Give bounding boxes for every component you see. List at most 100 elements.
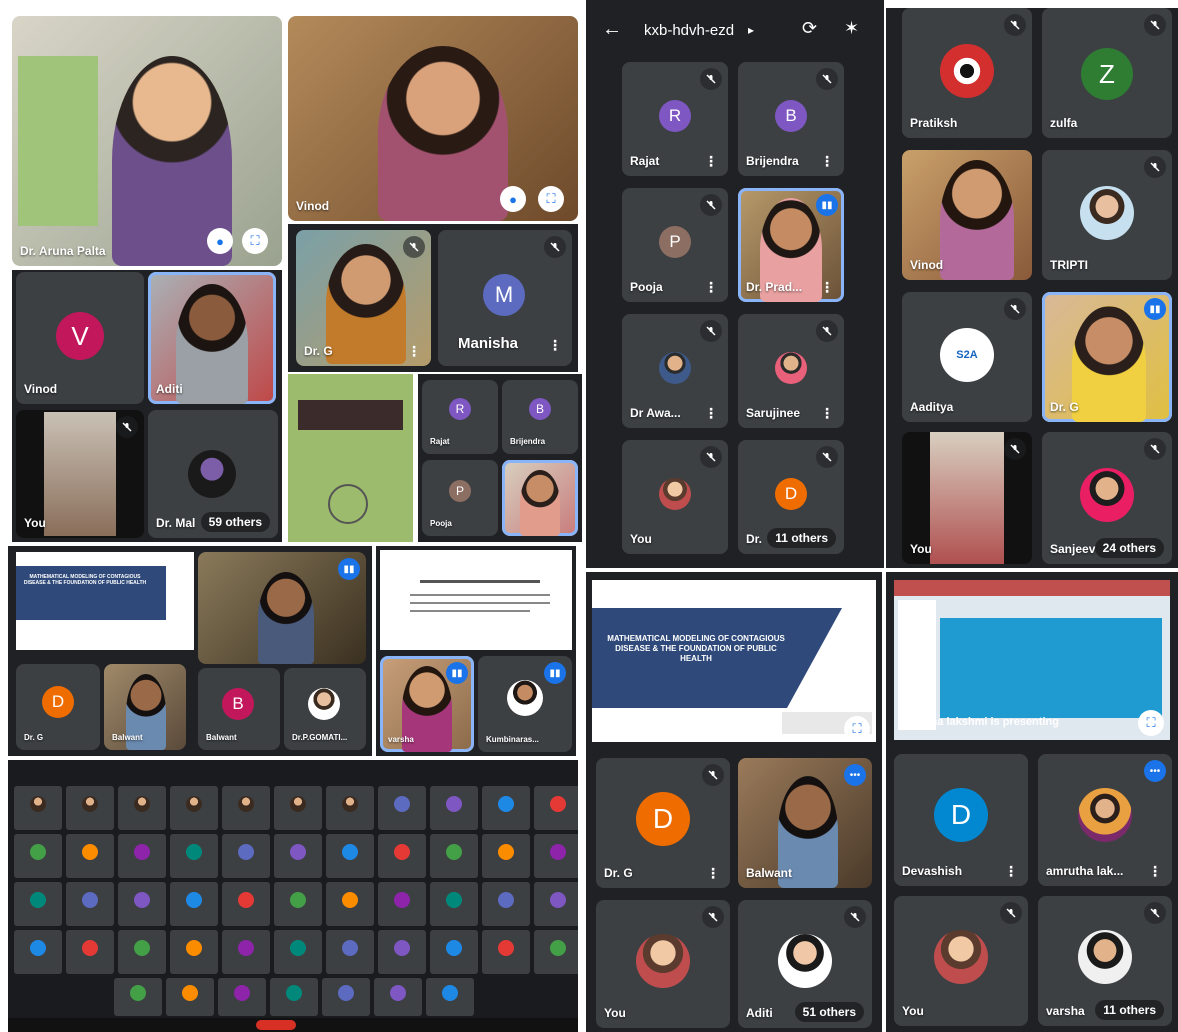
- more-options-icon[interactable]: ⋮: [820, 406, 834, 420]
- fullscreen-icon[interactable]: ⛶: [538, 186, 564, 212]
- others-count[interactable]: 11 others: [767, 528, 836, 548]
- gallery-tile[interactable]: [66, 930, 114, 974]
- gallery-tile[interactable]: [170, 786, 218, 830]
- participant-tile[interactable]: S2A Aaditya: [902, 292, 1032, 422]
- fullscreen-icon[interactable]: ⛶: [844, 716, 870, 742]
- gallery-tile[interactable]: [322, 978, 370, 1016]
- gallery-tile[interactable]: [170, 930, 218, 974]
- gallery-tile[interactable]: [430, 930, 478, 974]
- participant-tile[interactable]: ▮▮ Dr. G: [1042, 292, 1172, 422]
- gallery-tile[interactable]: [14, 930, 62, 974]
- more-options-icon[interactable]: ⋮: [548, 338, 562, 352]
- participant-tile[interactable]: B Balwant: [198, 668, 280, 750]
- participant-tile[interactable]: B Brijendra ⋮: [738, 62, 844, 176]
- participant-tile[interactable]: Aditi: [148, 272, 276, 404]
- gallery-tile[interactable]: [222, 882, 270, 926]
- gallery-tile[interactable]: [14, 834, 62, 878]
- gallery-tile[interactable]: [118, 882, 166, 926]
- switch-camera-icon[interactable]: ⟳: [802, 18, 817, 39]
- more-options-icon[interactable]: ⋮: [1148, 864, 1162, 878]
- participant-tile[interactable]: ▮▮: [198, 552, 366, 664]
- mic-icon[interactable]: ●: [500, 186, 526, 212]
- participant-tile[interactable]: You: [894, 896, 1028, 1026]
- participant-tile[interactable]: You: [596, 900, 730, 1028]
- participant-tile[interactable]: Z zulfa: [1042, 8, 1172, 138]
- gallery-tile[interactable]: [426, 978, 474, 1016]
- gallery-tile[interactable]: [534, 930, 578, 974]
- gallery-tile[interactable]: [430, 786, 478, 830]
- gallery-tile[interactable]: [430, 882, 478, 926]
- gallery-tile[interactable]: [274, 882, 322, 926]
- participant-tile[interactable]: Aditi 51 others: [738, 900, 872, 1028]
- participant-tile[interactable]: Vinod: [902, 150, 1032, 280]
- participant-tile[interactable]: V Vinod: [16, 272, 144, 404]
- participant-tile[interactable]: Dr. G ⋮: [296, 230, 431, 366]
- gallery-tile[interactable]: [378, 882, 426, 926]
- gallery-tile[interactable]: [326, 882, 374, 926]
- gallery-tile[interactable]: [66, 786, 114, 830]
- gallery-tile[interactable]: [378, 786, 426, 830]
- participant-tile[interactable]: Dr.P.GOMATI...: [284, 668, 366, 750]
- meeting-code[interactable]: kxb-hdvh-ezd: [644, 22, 734, 39]
- gallery-tile[interactable]: [270, 978, 318, 1016]
- participant-tile[interactable]: P Pooja ⋮: [622, 188, 728, 302]
- gallery-tile[interactable]: [534, 834, 578, 878]
- gallery-tile[interactable]: [482, 930, 530, 974]
- gallery-tile[interactable]: [170, 834, 218, 878]
- participant-tile[interactable]: B Brijendra: [502, 380, 578, 454]
- others-count[interactable]: 11 others: [1095, 1000, 1164, 1020]
- more-options-icon[interactable]: ⋮: [820, 280, 834, 294]
- participant-tile[interactable]: D Dr. G: [16, 664, 100, 750]
- dropdown-caret-icon[interactable]: ▸: [748, 23, 754, 37]
- others-count[interactable]: 59 others: [200, 512, 270, 532]
- participant-tile[interactable]: R Rajat ⋮: [622, 62, 728, 176]
- more-options-icon[interactable]: ⋮: [704, 154, 718, 168]
- participant-tile[interactable]: varsha 11 others: [1038, 896, 1172, 1026]
- gallery-tile[interactable]: [326, 834, 374, 878]
- more-options-icon[interactable]: ⋮: [704, 406, 718, 420]
- more-options-icon[interactable]: ⋮: [706, 866, 720, 880]
- participant-tile[interactable]: Dr. Mal 59 others: [148, 410, 278, 538]
- participant-tile[interactable]: ••• Balwant: [738, 758, 872, 888]
- participant-tile[interactable]: TRIPTI: [1042, 150, 1172, 280]
- gallery-tile[interactable]: [222, 930, 270, 974]
- participant-tile[interactable]: P Pooja: [422, 460, 498, 536]
- gallery-tile[interactable]: [378, 930, 426, 974]
- fullscreen-icon[interactable]: ⛶: [1138, 710, 1164, 736]
- more-options-icon[interactable]: ⋮: [704, 280, 718, 294]
- gallery-tile[interactable]: [374, 978, 422, 1016]
- gallery-tile[interactable]: [274, 834, 322, 878]
- gallery-tile[interactable]: [14, 786, 62, 830]
- gallery-tile[interactable]: [534, 882, 578, 926]
- more-options-icon[interactable]: ⋮: [407, 344, 421, 358]
- gallery-tile[interactable]: [118, 834, 166, 878]
- participant-tile[interactable]: You: [622, 440, 728, 554]
- gallery-tile[interactable]: [378, 834, 426, 878]
- fullscreen-icon[interactable]: ⛶: [242, 228, 268, 254]
- gallery-tile[interactable]: [326, 930, 374, 974]
- gallery-tile[interactable]: [66, 834, 114, 878]
- participant-tile[interactable]: Balwant: [104, 664, 186, 750]
- participant-tile[interactable]: ••• amrutha lak... ⋮: [1038, 754, 1172, 886]
- gallery-tile[interactable]: [114, 978, 162, 1016]
- bluetooth-icon[interactable]: ✶: [844, 18, 859, 39]
- mic-icon[interactable]: ●: [207, 228, 233, 254]
- gallery-tile[interactable]: [222, 834, 270, 878]
- participant-tile[interactable]: M Manisha ⋮: [438, 230, 572, 366]
- end-call-button[interactable]: [256, 1020, 296, 1030]
- participant-tile[interactable]: Sarujinee ⋮: [738, 314, 844, 428]
- participant-tile[interactable]: Dr. Aruna Palta ● ⛶: [12, 16, 282, 266]
- participant-tile[interactable]: You: [16, 410, 144, 538]
- participant-tile[interactable]: D Dr. G ⋮: [596, 758, 730, 888]
- participant-tile[interactable]: ▮▮ Kumbinaras...: [478, 656, 572, 752]
- more-options-icon[interactable]: ⋮: [1004, 864, 1018, 878]
- gallery-tile[interactable]: [66, 882, 114, 926]
- participant-tile[interactable]: R Rajat: [422, 380, 498, 454]
- gallery-tile[interactable]: [274, 786, 322, 830]
- others-count[interactable]: 24 others: [1094, 538, 1164, 558]
- gallery-tile[interactable]: [14, 882, 62, 926]
- participant-tile[interactable]: ▮▮ varsha: [380, 656, 474, 752]
- participant-tile[interactable]: You: [902, 432, 1032, 564]
- gallery-tile[interactable]: [218, 978, 266, 1016]
- participant-tile[interactable]: [502, 460, 578, 536]
